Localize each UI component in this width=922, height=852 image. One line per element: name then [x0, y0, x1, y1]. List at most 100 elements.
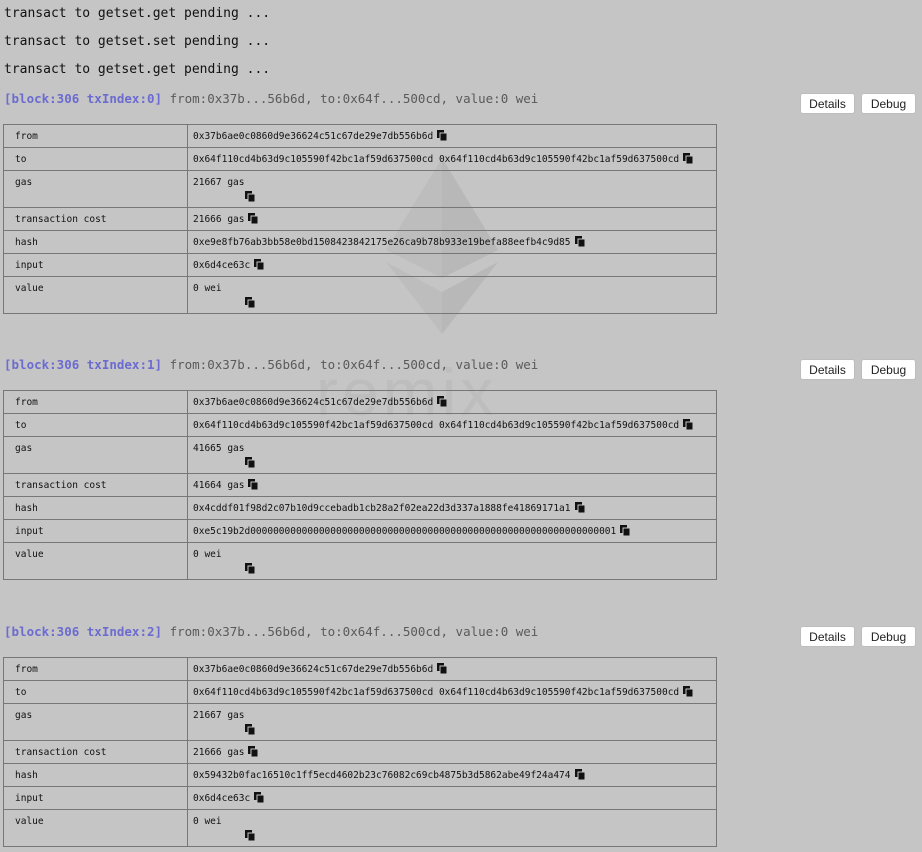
table-row: gas 41665 gas: [3, 436, 717, 474]
table-row: hash 0xe9e8fb76ab3bb58e0bd1508423842175e…: [3, 230, 717, 254]
transaction-details-table: from 0x37b6ae0c0860d9e36624c51c67de29e7d…: [3, 657, 717, 847]
row-value: 0x59432b0fac16510c1ff5ecd4602b23c76082c6…: [187, 763, 717, 787]
block-label: [block:306 txIndex:0]: [4, 91, 163, 106]
transaction-summary[interactable]: [block:306 txIndex:2] from:0x37b...56b6d…: [4, 624, 538, 640]
copy-icon[interactable]: [574, 236, 585, 247]
block-label: [block:306 txIndex:2]: [4, 624, 163, 639]
transaction-cost-value: 21666 gas: [193, 214, 245, 225]
table-row: gas 21667 gas: [3, 170, 717, 208]
value-amount: 0 wei: [193, 816, 222, 827]
row-label: to: [3, 413, 188, 437]
row-label: input: [3, 519, 188, 543]
table-row: hash 0x59432b0fac16510c1ff5ecd4602b23c76…: [3, 763, 717, 787]
table-row: to 0x64f110cd4b63d9c105590f42bc1af59d637…: [3, 413, 717, 437]
row-value: 0xe9e8fb76ab3bb58e0bd1508423842175e26ca9…: [187, 230, 717, 254]
row-label: from: [3, 657, 188, 681]
copy-icon[interactable]: [245, 191, 255, 202]
copy-icon[interactable]: [245, 563, 255, 574]
pending-log-line: transact to getset.get pending ...: [4, 6, 271, 21]
debug-button[interactable]: Debug: [861, 359, 916, 380]
value-amount: 0 wei: [193, 549, 222, 560]
transaction-summary-text: from:0x37b...56b6d, to:0x64f...500cd, va…: [169, 357, 539, 372]
row-value: 0 wei: [187, 809, 717, 847]
input-value: 0x6d4ce63c: [193, 260, 251, 271]
row-value: 0 wei: [187, 542, 717, 580]
debug-button[interactable]: Debug: [861, 626, 916, 647]
copy-icon[interactable]: [437, 663, 448, 674]
row-value: 0x64f110cd4b63d9c105590f42bc1af59d637500…: [187, 413, 717, 437]
row-label: gas: [3, 703, 188, 741]
table-row: value 0 wei: [3, 542, 717, 580]
table-row: from 0x37b6ae0c0860d9e36624c51c67de29e7d…: [3, 124, 717, 148]
row-label: transaction cost: [3, 207, 188, 231]
copy-icon[interactable]: [574, 769, 585, 780]
table-row: input 0x6d4ce63c: [3, 786, 717, 810]
transaction-details-table: from 0x37b6ae0c0860d9e36624c51c67de29e7d…: [3, 124, 717, 314]
table-row: input 0xe5c19b2d000000000000000000000000…: [3, 519, 717, 543]
row-value: 0x64f110cd4b63d9c105590f42bc1af59d637500…: [187, 147, 717, 171]
row-value: 21666 gas: [187, 207, 717, 231]
details-button[interactable]: Details: [800, 93, 855, 114]
copy-icon[interactable]: [574, 502, 585, 513]
table-row: value 0 wei: [3, 276, 717, 314]
copy-icon[interactable]: [437, 130, 448, 141]
transaction-summary[interactable]: [block:306 txIndex:1] from:0x37b...56b6d…: [4, 357, 538, 373]
row-label: transaction cost: [3, 473, 188, 497]
copy-icon[interactable]: [683, 419, 694, 430]
copy-icon[interactable]: [245, 830, 255, 841]
hash-value: 0x59432b0fac16510c1ff5ecd4602b23c76082c6…: [193, 770, 571, 781]
to-address: 0x64f110cd4b63d9c105590f42bc1af59d637500…: [193, 420, 680, 431]
row-label: input: [3, 253, 188, 277]
row-value: 0x37b6ae0c0860d9e36624c51c67de29e7db556b…: [187, 657, 717, 681]
debug-button[interactable]: Debug: [861, 93, 916, 114]
row-label: hash: [3, 230, 188, 254]
copy-icon[interactable]: [683, 153, 694, 164]
table-row: to 0x64f110cd4b63d9c105590f42bc1af59d637…: [3, 680, 717, 704]
input-value: 0xe5c19b2d000000000000000000000000000000…: [193, 526, 617, 537]
copy-icon[interactable]: [248, 213, 259, 224]
input-value: 0x6d4ce63c: [193, 793, 251, 804]
row-label: to: [3, 680, 188, 704]
table-row: value 0 wei: [3, 809, 717, 847]
to-address: 0x64f110cd4b63d9c105590f42bc1af59d637500…: [193, 154, 680, 165]
row-label: value: [3, 542, 188, 580]
row-label: from: [3, 124, 188, 148]
pending-log-line: transact to getset.set pending ...: [4, 34, 271, 49]
table-row: from 0x37b6ae0c0860d9e36624c51c67de29e7d…: [3, 657, 717, 681]
copy-icon[interactable]: [248, 746, 259, 757]
row-label: from: [3, 390, 188, 414]
copy-icon[interactable]: [245, 457, 255, 468]
copy-icon[interactable]: [437, 396, 448, 407]
row-label: value: [3, 809, 188, 847]
copy-icon[interactable]: [254, 259, 265, 270]
table-row: gas 21667 gas: [3, 703, 717, 741]
table-row: to 0x64f110cd4b63d9c105590f42bc1af59d637…: [3, 147, 717, 171]
row-value: 21667 gas: [187, 703, 717, 741]
transaction-cost-value: 21666 gas: [193, 747, 245, 758]
row-value: 21666 gas: [187, 740, 717, 764]
transaction-summary[interactable]: [block:306 txIndex:0] from:0x37b...56b6d…: [4, 91, 538, 107]
copy-icon[interactable]: [683, 686, 694, 697]
row-value: 0x4cddf01f98d2c07b10d9ccebadb1cb28a2f02e…: [187, 496, 717, 520]
copy-icon[interactable]: [620, 525, 631, 536]
hash-value: 0x4cddf01f98d2c07b10d9ccebadb1cb28a2f02e…: [193, 503, 571, 514]
pending-log-line: transact to getset.get pending ...: [4, 62, 271, 77]
copy-icon[interactable]: [254, 792, 265, 803]
table-row: hash 0x4cddf01f98d2c07b10d9ccebadb1cb28a…: [3, 496, 717, 520]
copy-icon[interactable]: [245, 297, 255, 308]
from-address: 0x37b6ae0c0860d9e36624c51c67de29e7db556b…: [193, 131, 434, 142]
hash-value: 0xe9e8fb76ab3bb58e0bd1508423842175e26ca9…: [193, 237, 571, 248]
row-label: input: [3, 786, 188, 810]
copy-icon[interactable]: [248, 479, 259, 490]
table-row: transaction cost 21666 gas: [3, 207, 717, 231]
table-row: input 0x6d4ce63c: [3, 253, 717, 277]
row-label: transaction cost: [3, 740, 188, 764]
details-button[interactable]: Details: [800, 359, 855, 380]
row-label: to: [3, 147, 188, 171]
copy-icon[interactable]: [245, 724, 255, 735]
details-button[interactable]: Details: [800, 626, 855, 647]
row-value: 0x6d4ce63c: [187, 253, 717, 277]
row-label: gas: [3, 436, 188, 474]
table-row: transaction cost 41664 gas: [3, 473, 717, 497]
value-amount: 0 wei: [193, 283, 222, 294]
